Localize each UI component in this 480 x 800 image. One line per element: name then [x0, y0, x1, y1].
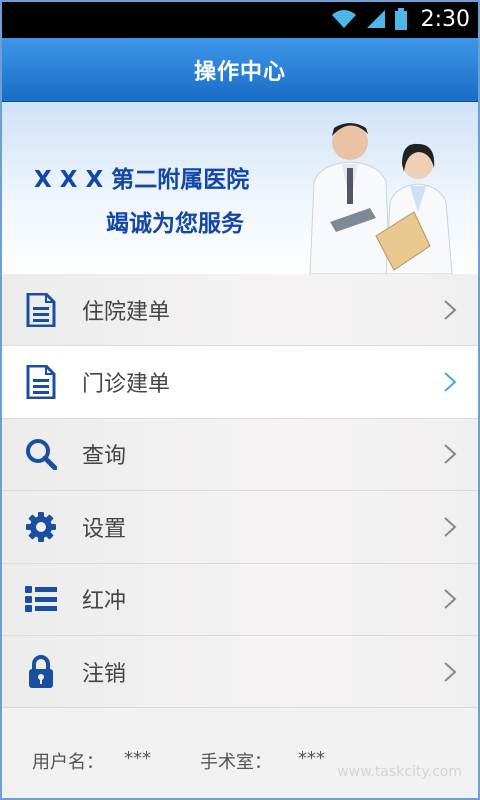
chevron-right-icon	[444, 517, 457, 537]
menu-item-query[interactable]: 查询	[0, 418, 480, 492]
menu-item-settings[interactable]: 设置	[0, 491, 480, 564]
username-value: ***	[124, 748, 151, 769]
menu-item-inpatient-order[interactable]: 住院建单	[0, 274, 480, 347]
menu-item-reversal[interactable]: 红冲	[0, 563, 480, 636]
page-title: 操作中心	[193, 59, 286, 85]
operating-room-value: ***	[298, 748, 325, 769]
chevron-right-icon	[444, 661, 457, 682]
lock-icon	[24, 654, 58, 689]
banner-hospital-name: X X X 第二附属医院	[34, 167, 250, 193]
hospital-banner: X X X 第二附属医院 竭诚为您服务	[0, 102, 480, 274]
chevron-right-icon	[444, 372, 457, 392]
operating-room-label: 手术室：	[200, 752, 272, 773]
status-time: 2:30	[420, 6, 470, 32]
menu-item-label: 红冲	[82, 589, 127, 615]
menu-item-logout[interactable]: 注销	[0, 635, 480, 709]
doctors-illustration	[309, 123, 453, 274]
menu-item-label: 住院建单	[82, 299, 171, 325]
list-icon	[24, 582, 58, 616]
chevron-right-icon	[444, 444, 457, 465]
document-icon	[24, 365, 58, 400]
battery-icon	[394, 8, 407, 30]
app-header: 操作中心	[0, 38, 480, 102]
main-menu: 住院建单 门诊建单 查询 设置 红冲 注销	[0, 274, 480, 709]
chevron-right-icon	[444, 589, 457, 609]
document-icon	[24, 292, 58, 327]
menu-item-label: 注销	[82, 661, 127, 687]
user-info-footer: 用户名： *** 手术室： *** www.taskcity.com	[0, 708, 480, 800]
status-bar: 2:30	[0, 0, 480, 38]
banner-slogan: 竭诚为您服务	[106, 211, 244, 237]
gear-icon	[24, 510, 58, 544]
wifi-icon	[331, 10, 356, 28]
menu-item-outpatient-order[interactable]: 门诊建单	[0, 346, 480, 419]
menu-item-label: 设置	[82, 516, 127, 542]
search-icon	[24, 437, 58, 471]
signal-icon	[366, 10, 385, 28]
username-label: 用户名：	[32, 752, 104, 773]
chevron-right-icon	[444, 299, 457, 320]
watermark: www.taskcity.com	[337, 764, 462, 780]
menu-item-label: 查询	[82, 444, 127, 470]
menu-item-label: 门诊建单	[82, 372, 171, 398]
